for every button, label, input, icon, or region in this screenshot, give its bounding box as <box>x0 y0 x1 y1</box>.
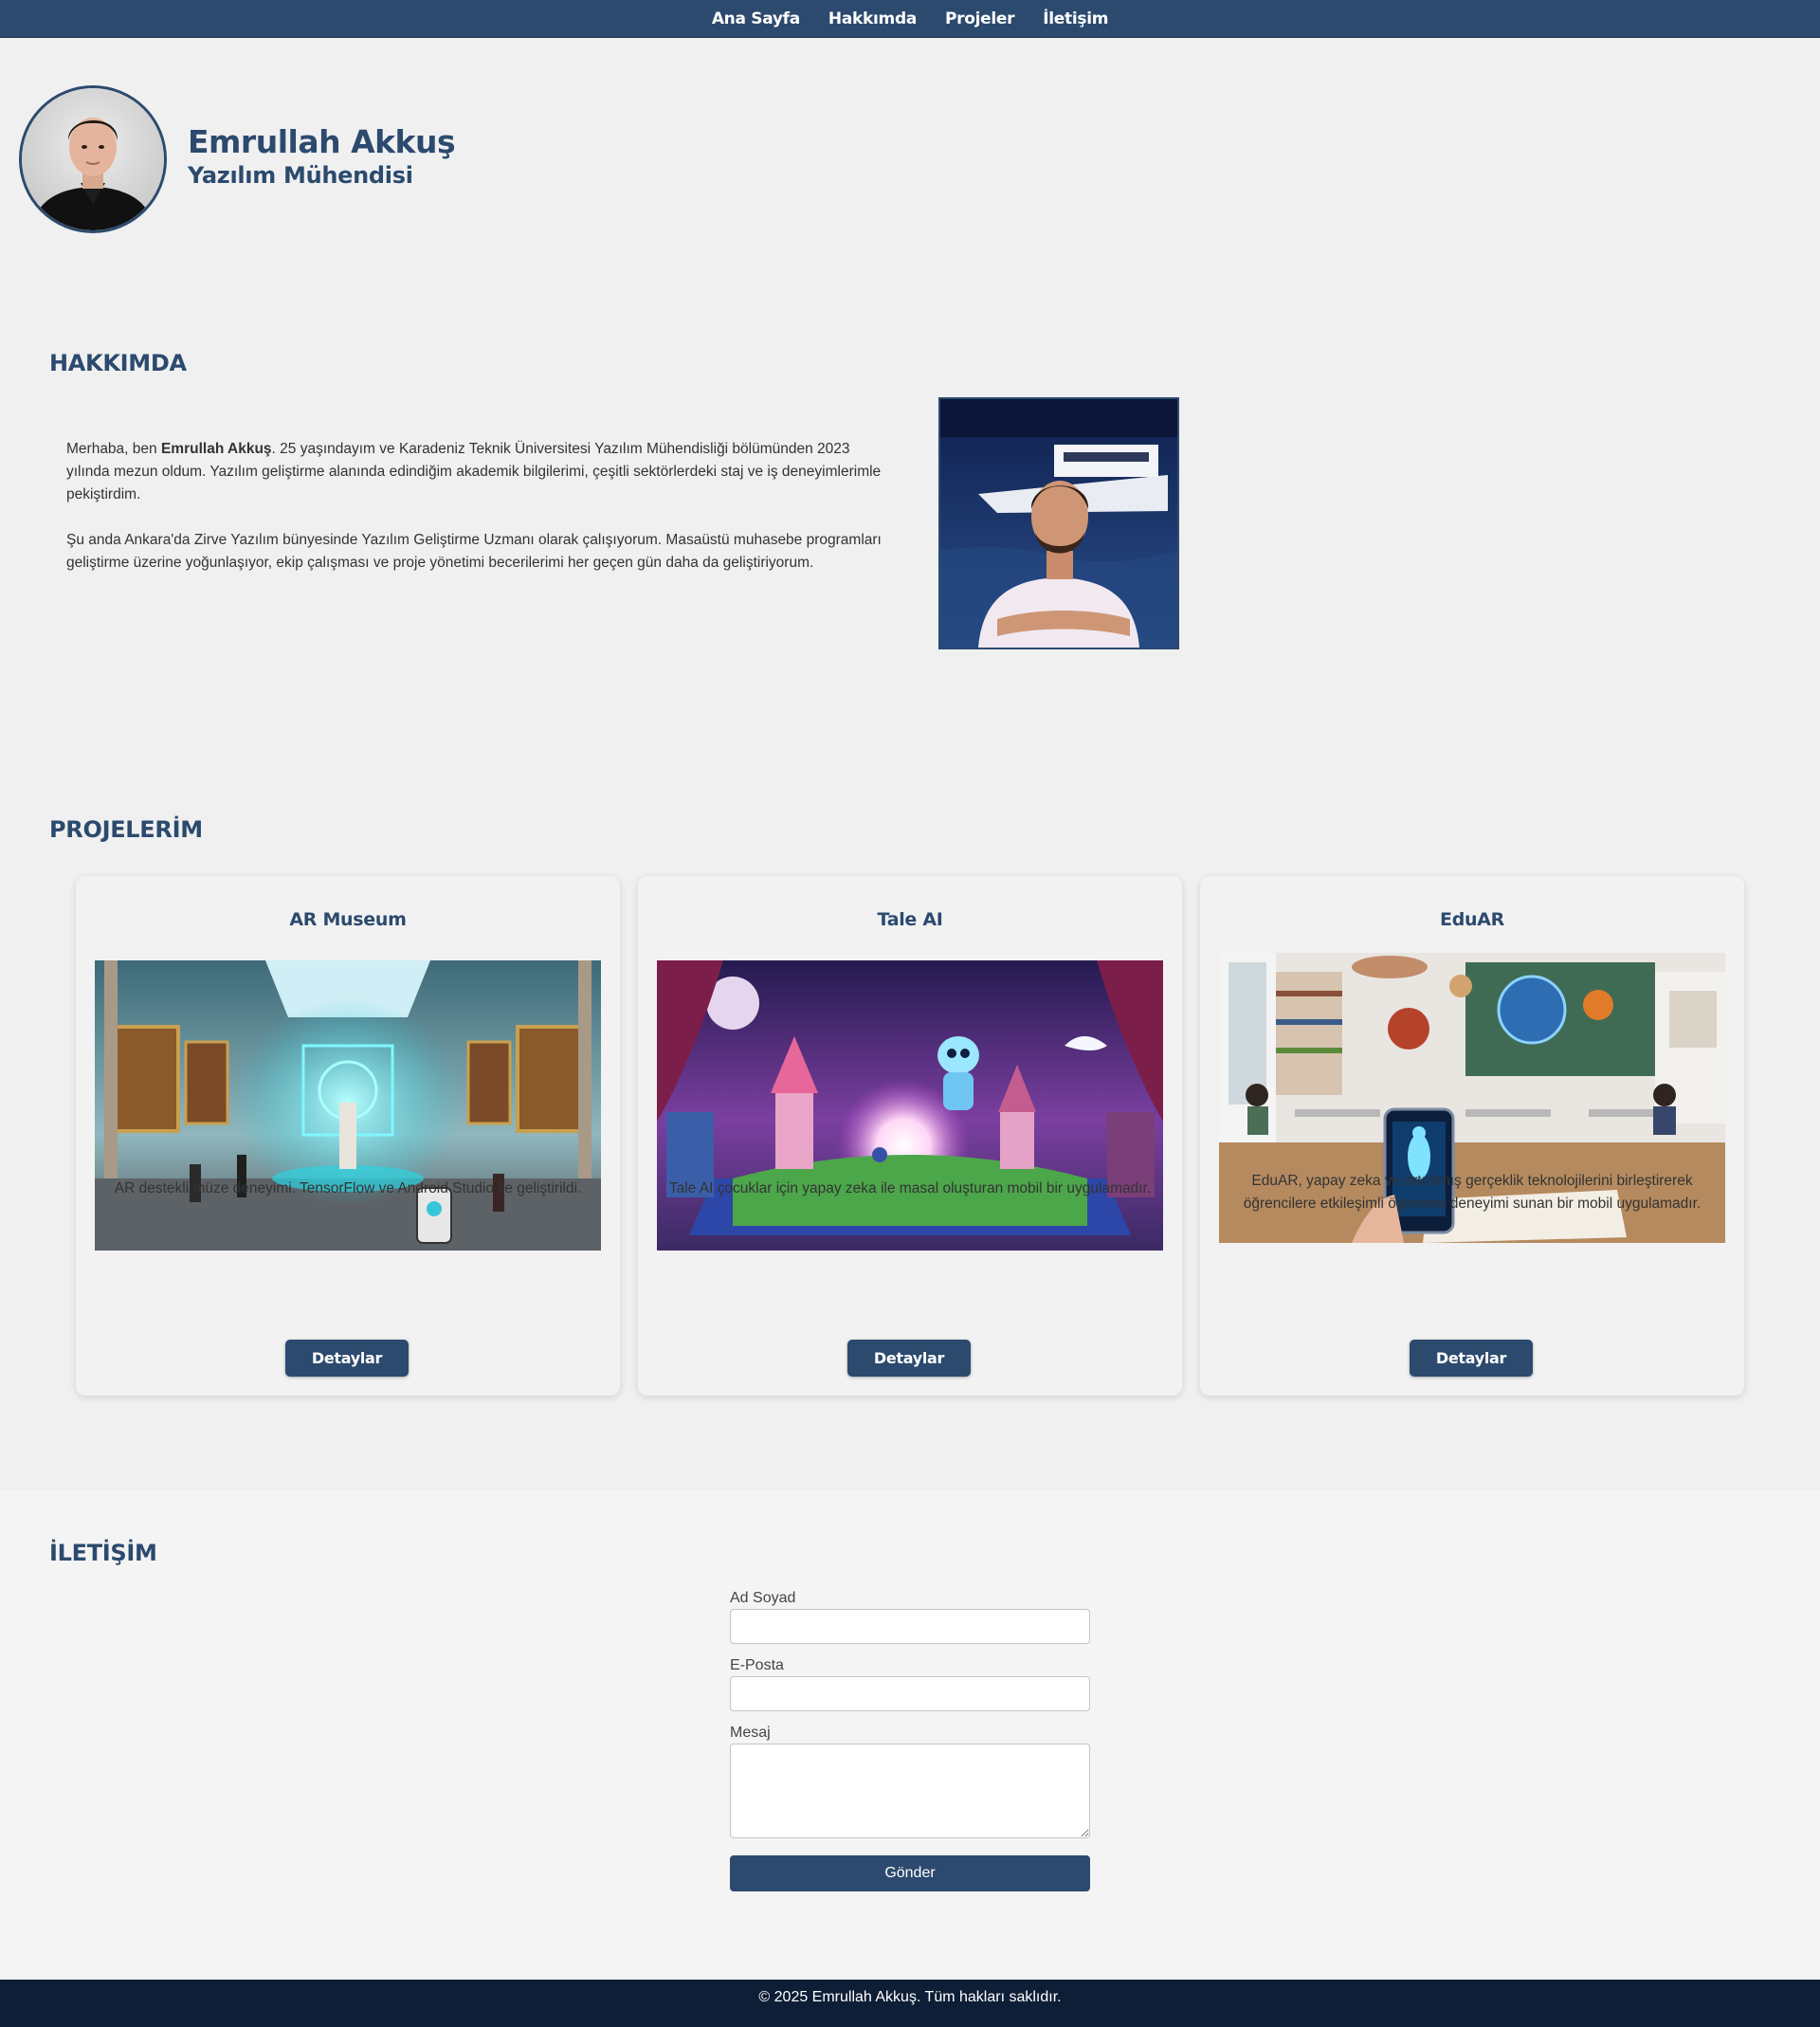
message-textarea[interactable] <box>730 1744 1090 1838</box>
footer: © 2025 Emrullah Akkuş. Tüm hakları saklı… <box>0 1980 1820 2027</box>
profile-avatar <box>19 85 167 233</box>
profile-header: Emrullah Akkuş Yazılım Mühendisi <box>19 85 456 233</box>
about-paragraph-1: Merhaba, ben Emrullah Akkuş. 25 yaşınday… <box>66 441 882 502</box>
submit-button[interactable]: Gönder <box>730 1855 1090 1891</box>
details-button-ar-museum[interactable]: Detaylar <box>285 1340 409 1377</box>
nav-link-contact[interactable]: İletişim <box>1043 9 1108 28</box>
project-card-eduar: EduAR EduAR, yapay zeka ve artırılmış ge… <box>1200 876 1744 1396</box>
project-card-tale-ai: Tale AI Tale AI çocuklar için yapay zeka… <box>638 876 1182 1396</box>
about-photo <box>938 397 1179 649</box>
projects-grid: AR Museum AR destekli müze deneyimi. Ten… <box>76 876 1744 1396</box>
email-input[interactable] <box>730 1676 1090 1711</box>
contact-heading: İLETİŞİM <box>49 1540 157 1566</box>
email-label: E-Posta <box>730 1657 784 1673</box>
nav-link-home[interactable]: Ana Sayfa <box>712 9 800 28</box>
footer-copyright: © 2025 Emrullah Akkuş. Tüm hakları saklı… <box>758 1989 1062 2005</box>
message-label: Mesaj <box>730 1725 771 1741</box>
contact-form: Ad Soyad E-Posta Mesaj Gönder <box>730 1588 1090 1891</box>
about-paragraph-2: Şu anda Ankara'da Zirve Yazılım bünyesin… <box>66 532 882 571</box>
profile-role: Yazılım Mühendisi <box>188 162 413 189</box>
project-image-ar-museum <box>95 960 601 1251</box>
profile-name: Emrullah Akkuş <box>188 123 456 160</box>
about-heading: HAKKIMDA <box>49 350 187 376</box>
about-name-highlight: Emrullah Akkuş <box>160 441 272 457</box>
project-title: EduAR <box>1440 909 1504 930</box>
project-title: AR Museum <box>289 909 407 930</box>
project-description-eduar: EduAR, yapay zeka ve artırılmış gerçekli… <box>1243 1173 1702 1212</box>
project-description: Tale AI çocuklar için yapay zeka ile mas… <box>668 1180 1152 1196</box>
top-navbar: Ana Sayfa Hakkımda Projeler İletişim <box>0 0 1820 38</box>
project-card-ar-museum: AR Museum AR destekli müze deneyimi. Ten… <box>76 876 620 1396</box>
nav-link-projects[interactable]: Projeler <box>945 9 1015 28</box>
project-title: Tale AI <box>877 909 943 930</box>
details-button-tale-ai[interactable]: Detaylar <box>847 1340 971 1377</box>
name-input[interactable] <box>730 1609 1090 1644</box>
project-description: AR destekli müze deneyimi. TensorFlow ve… <box>114 1180 582 1196</box>
projects-heading: PROJELERİM <box>49 816 203 843</box>
project-image-tale-ai <box>657 960 1163 1251</box>
about-text: Merhaba, ben Emrullah Akkuş. 25 yaşınday… <box>66 438 882 597</box>
name-label: Ad Soyad <box>730 1590 796 1606</box>
details-button-eduar[interactable]: Detaylar <box>1410 1340 1533 1377</box>
nav-link-about[interactable]: Hakkımda <box>828 9 917 28</box>
